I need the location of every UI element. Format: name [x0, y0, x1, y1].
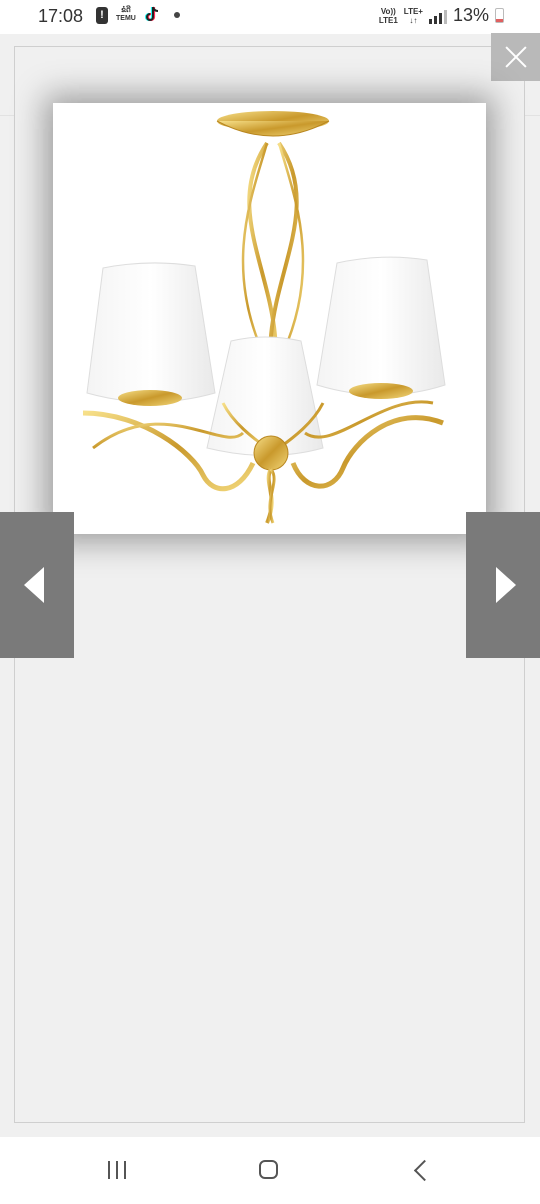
volte-label-bottom: LTE1: [378, 15, 398, 25]
signal-icon: [428, 8, 447, 24]
home-button[interactable]: [249, 1155, 289, 1185]
next-image-button[interactable]: [466, 512, 540, 658]
battery-percent: 13%: [452, 5, 489, 25]
network-label: LTE+: [403, 6, 423, 16]
status-right: Vo)) LTE1 LTE+ ↓↑ 13%: [379, 5, 504, 26]
chevron-right-icon: [496, 567, 516, 603]
tiktok-icon: [144, 6, 160, 24]
product-image[interactable]: [53, 103, 486, 534]
temu-label-top: ຂໍດີ: [121, 7, 131, 14]
volte-label-top: Vo)): [380, 6, 396, 16]
recents-icon: [108, 1161, 110, 1179]
previous-image-button[interactable]: [0, 512, 74, 658]
more-notifications-dot-icon: [173, 12, 180, 18]
screen: 17:08 ! ຂໍດີ TEMU Vo)) LTE1 LTE+ ↓↑ 13%: [0, 0, 540, 1204]
home-icon: [259, 1160, 278, 1179]
volte-icon: Vo)) LTE1: [379, 7, 398, 25]
recents-icon-bar: [116, 1161, 118, 1179]
status-bar: 17:08 ! ຂໍດີ TEMU Vo)) LTE1 LTE+ ↓↑ 13%: [0, 0, 540, 34]
temu-label-bottom: TEMU: [116, 15, 136, 22]
close-button[interactable]: [491, 33, 540, 81]
chevron-left-icon: [24, 567, 44, 603]
system-navigation-bar: [0, 1137, 540, 1204]
alert-icon: !: [96, 6, 108, 24]
temu-icon: ຂໍດີ TEMU: [116, 7, 136, 23]
back-button[interactable]: [402, 1155, 442, 1185]
notification-icons: ! ຂໍດີ TEMU: [96, 6, 180, 24]
battery-icon: [495, 8, 504, 23]
recents-button[interactable]: [98, 1155, 138, 1185]
back-icon: [413, 1159, 436, 1182]
status-time: 17:08: [38, 6, 84, 26]
data-arrows-icon: ↓↑: [409, 15, 418, 25]
chandelier-image: [82, 111, 446, 524]
network-type-icon: LTE+ ↓↑: [404, 7, 423, 25]
recents-icon-bar: [124, 1161, 126, 1179]
